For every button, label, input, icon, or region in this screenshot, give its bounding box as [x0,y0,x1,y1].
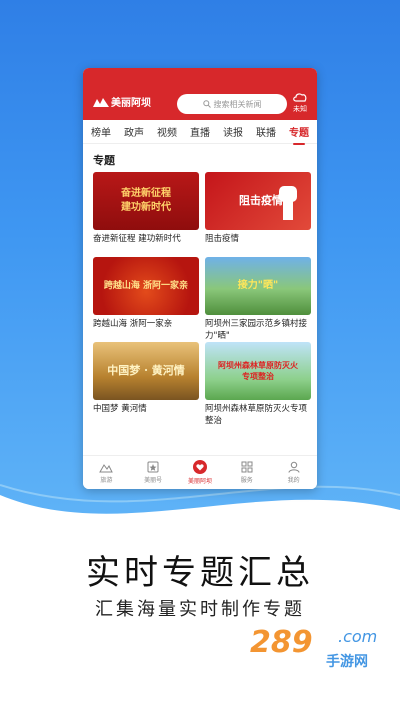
topic-thumbnail: 阿坝州森林草原防灭火 专项整治 [205,342,311,400]
nav-label: 旅游 [100,477,113,484]
promo-headline: 实时专题汇总 [86,553,314,593]
heart-icon [192,460,207,474]
tab-bangdan[interactable]: 榜单 [89,124,113,139]
thumbnail-text: 跨越山海 浙阿一家亲 [103,281,189,291]
nav-label: 美丽号 [144,477,163,484]
topic-caption: 跨越山海 浙阿一家亲 [93,319,173,329]
search-icon [202,100,211,108]
topic-caption: 中国梦 黄河情 [93,404,147,414]
grid-icon [241,461,253,473]
topic-caption: 阿坝州森林草原防灭火专项整治 [205,404,308,426]
thumbnail-text: 阿坝州森林草原防灭火 专项整治 [218,360,298,381]
topic-thumbnail: 中国梦 · 黄河情 [93,342,199,400]
fist-icon [279,186,297,220]
weather-widget[interactable]: 未知 [289,92,311,114]
promo-subline: 汇集海量实时制作专题 [95,599,305,620]
tab-live[interactable]: 直播 [188,124,212,139]
nav-label: 服务 [240,477,253,484]
person-icon [288,461,300,473]
topic-caption: 阻击疫情 [205,234,240,244]
nav-label: 美丽阿坝 [187,478,212,485]
tab-video[interactable]: 视频 [155,124,179,139]
star-badge-icon [147,461,159,473]
tab-topics[interactable]: 专题 [287,124,311,145]
topic-card[interactable]: 中国梦 · 黄河情 中国梦 黄河情 [93,342,199,427]
topic-grid: 奋进新征程 建功新时代 奋进新征程 建功新时代 阻击疫情 阻击疫情 跨越山海 浙… [83,172,317,427]
bottom-nav: 旅游 美丽号 美丽阿坝 服务 我的 [83,455,317,489]
topic-thumbnail: 接力"晒" [205,257,311,315]
tab-zhengsheng[interactable]: 政声 [122,124,146,139]
nav-meili-hao[interactable]: 美丽号 [133,461,173,484]
topic-card[interactable]: 奋进新征程 建功新时代 奋进新征程 建功新时代 [93,172,199,257]
thumbnail-text: 接力"晒" [237,280,279,291]
search-input[interactable]: 搜索相关新闻 [177,94,287,114]
site-watermark: 289 .com 手游网 [250,625,390,685]
app-header: 美丽阿坝 搜索相关新闻 未知 [83,68,317,120]
category-tabs: 榜单 政声 视频 直播 读报 联播 专题 [83,120,317,145]
topic-thumbnail: 奋进新征程 建功新时代 [93,172,199,230]
topic-card[interactable]: 接力"晒" 阿坝州三家园示范乡镇村接力"晒" [205,257,311,342]
search-placeholder: 搜索相关新闻 [213,99,262,109]
cloud-icon [293,93,307,102]
thumbnail-text: 中国梦 · 黄河情 [107,364,185,377]
logo-icon [93,97,109,107]
app-logo: 美丽阿坝 [93,94,151,109]
weather-label: 未知 [293,105,307,113]
tab-lianbo[interactable]: 联播 [254,124,278,139]
topic-card[interactable]: 阻击疫情 阻击疫情 [205,172,311,257]
nav-mine[interactable]: 我的 [274,461,314,484]
topic-thumbnail: 跨越山海 浙阿一家亲 [93,257,199,315]
phone-screen: 美丽阿坝 搜索相关新闻 未知 榜单 政声 视频 直播 读报 联播 专题 专题 奋… [83,68,317,489]
topic-card[interactable]: 阿坝州森林草原防灭火 专项整治 阿坝州森林草原防灭火专项整治 [205,342,311,427]
topic-card[interactable]: 跨越山海 浙阿一家亲 跨越山海 浙阿一家亲 [93,257,199,342]
watermark-domain: .com [338,627,378,646]
section-title: 专题 [93,154,115,167]
nav-travel[interactable]: 旅游 [86,461,126,484]
topic-caption: 奋进新征程 建功新时代 [93,234,181,244]
mountain-icon [99,464,114,473]
thumbnail-text: 奋进新征程 建功新时代 [121,188,171,213]
nav-label: 我的 [287,477,300,484]
topic-thumbnail: 阻击疫情 [205,172,311,230]
nav-service[interactable]: 服务 [227,461,267,484]
watermark-number: 289 [250,625,313,660]
watermark-site-name: 手游网 [326,654,368,670]
tab-read-paper[interactable]: 读报 [221,124,245,139]
topic-caption: 阿坝州三家园示范乡镇村接力"晒" [205,319,308,341]
nav-home[interactable]: 美丽阿坝 [180,460,220,485]
logo-text: 美丽阿坝 [111,98,151,109]
